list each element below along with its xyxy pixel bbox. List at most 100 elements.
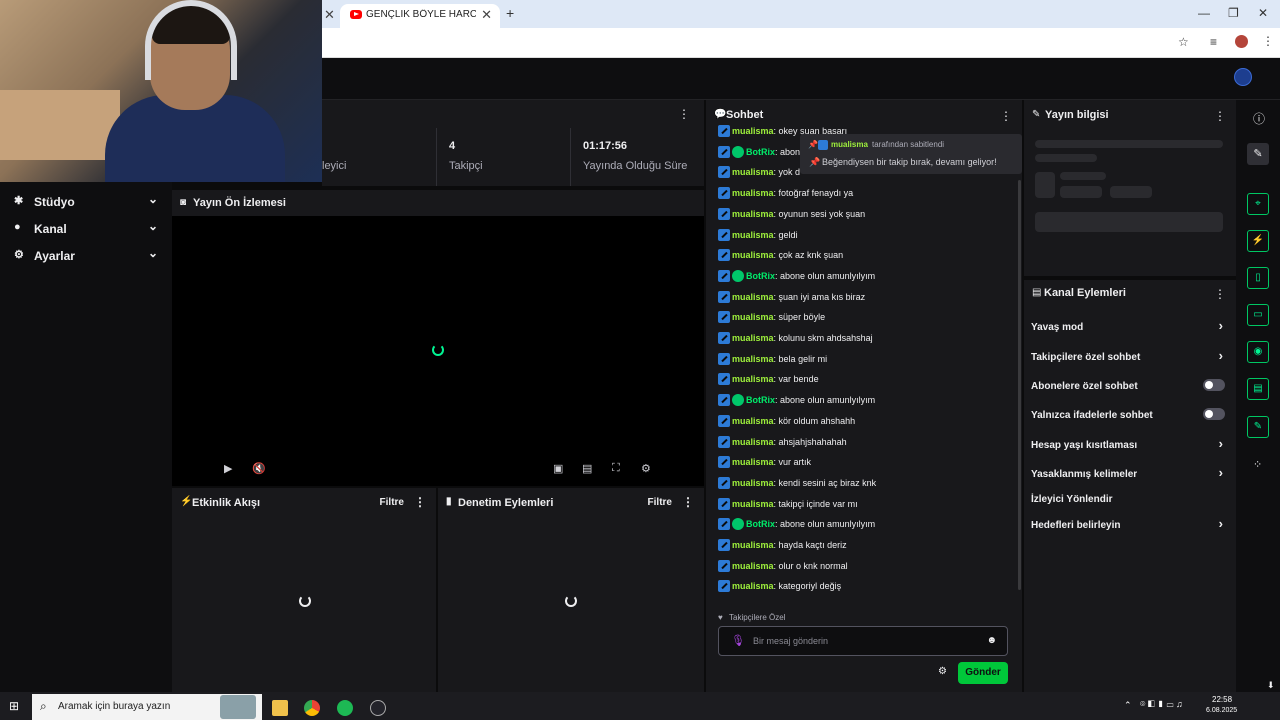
channel-action-item[interactable]: Abonelere özel sohbet: [1031, 377, 1229, 397]
bolt-icon[interactable]: ⚡: [1247, 230, 1269, 252]
kebab-icon[interactable]: ⋮: [1000, 109, 1012, 123]
chat-message[interactable]: mualisma: kolunu skm ahdsahshaj: [718, 332, 873, 350]
chat-username[interactable]: BotRix: [746, 147, 775, 157]
toggle-switch[interactable]: [1203, 379, 1225, 391]
chat-username[interactable]: BotRix: [746, 395, 775, 405]
clip-icon[interactable]: ⌖: [1247, 193, 1269, 215]
filter-button[interactable]: Filtre: [380, 497, 404, 508]
chat-message[interactable]: mualisma: hayda kaçtı deriz: [718, 539, 847, 557]
chat-message[interactable]: mualisma: olur o knk normal: [718, 559, 848, 578]
download-icon[interactable]: ⬇: [1267, 680, 1275, 691]
info-icon[interactable]: ⓘ: [1253, 110, 1265, 127]
channel-action-item[interactable]: Yalnızca ifadelerle sohbet: [1031, 406, 1229, 426]
broadcast-icon[interactable]: ◉: [1247, 341, 1269, 363]
settings-icon[interactable]: ⚙: [641, 462, 651, 475]
browser-tab[interactable]: GENÇLİK BÖYLE HARCANIYOR ✕: [340, 4, 500, 28]
minimize-button[interactable]: —: [1198, 6, 1210, 20]
channel-action-item[interactable]: İzleyici Yönlendir: [1031, 490, 1229, 510]
chat-username[interactable]: mualisma: [732, 312, 774, 322]
menu-icon[interactable]: ⋮: [1262, 34, 1274, 48]
chat-message[interactable]: mualisma: yok d: [718, 166, 800, 184]
chat-message[interactable]: BotRix: abone: [718, 145, 805, 164]
layout-icon[interactable]: ▤: [1247, 378, 1269, 400]
wrench-icon[interactable]: ✎: [1247, 416, 1269, 438]
chat-username[interactable]: mualisma: [732, 333, 774, 343]
chat-message[interactable]: mualisma: vur artık: [718, 456, 811, 474]
chat-message[interactable]: mualisma: kendi sesini aç biraz knk: [718, 476, 876, 495]
tray-icons[interactable]: ⌾ ◧ ▮ ▭ ♫: [1140, 699, 1183, 710]
tray-up-icon[interactable]: ⌃: [1124, 700, 1132, 711]
close-window-button[interactable]: ✕: [1258, 6, 1268, 20]
chat-input[interactable]: 🎙 Bir mesaj gönderin ☻: [718, 626, 1008, 656]
channel-action-item[interactable]: Takipçilere özel sohbet ›: [1031, 348, 1229, 368]
channel-action-item[interactable]: Hesap yaşı kısıtlaması ›: [1031, 436, 1229, 456]
kebab-icon[interactable]: ⋮: [678, 107, 690, 121]
chat-username[interactable]: mualisma: [732, 250, 774, 260]
pip-icon[interactable]: ▣: [553, 462, 563, 475]
chat-message[interactable]: mualisma: ahsjahjshahahah: [718, 435, 847, 454]
stream-preview[interactable]: [172, 190, 704, 486]
chat-username[interactable]: BotRix: [746, 271, 775, 281]
sidebar-item-settings[interactable]: ⚙ Ayarlar ⌄: [14, 246, 164, 266]
microphone-icon[interactable]: 🎙: [731, 634, 745, 647]
chat-message[interactable]: BotRix: abone olun amunlyılyım: [718, 269, 875, 288]
clock-time[interactable]: 22:58: [1212, 695, 1232, 704]
chat-username[interactable]: mualisma: [732, 581, 774, 591]
clock-date[interactable]: 6.08.2025: [1206, 707, 1237, 714]
chat-username[interactable]: mualisma: [732, 188, 774, 198]
chat-username[interactable]: mualisma: [732, 499, 774, 509]
file-explorer-icon[interactable]: [272, 700, 288, 716]
channel-action-item[interactable]: Yasaklanmış kelimeler ›: [1031, 465, 1229, 485]
channel-action-item[interactable]: Yavaş mod ›: [1031, 318, 1229, 338]
chat-message[interactable]: BotRix: abone olun amunlyılyım: [718, 518, 875, 536]
chat-username[interactable]: mualisma: [732, 354, 774, 364]
chat-username[interactable]: mualisma: [732, 230, 774, 240]
obs-icon[interactable]: [370, 700, 386, 716]
star-icon[interactable]: ☆: [1178, 35, 1189, 49]
playlist-icon[interactable]: ≡: [1210, 35, 1217, 49]
chat-username[interactable]: mualisma: [732, 457, 774, 467]
new-tab-button[interactable]: +: [506, 5, 514, 21]
chat-username[interactable]: mualisma: [732, 374, 774, 384]
chat-username[interactable]: mualisma: [732, 416, 774, 426]
chat-message[interactable]: BotRix: abone olun amunlyılyım: [718, 394, 875, 412]
extensions-icon[interactable]: ⁘: [1253, 458, 1262, 471]
chat-message[interactable]: mualisma: geldi: [718, 228, 798, 247]
chat-message[interactable]: mualisma: fotoğraf fenaydı ya: [718, 187, 853, 205]
avatar[interactable]: [1234, 68, 1252, 86]
chat-message[interactable]: mualisma: var bende: [718, 373, 819, 391]
channel-action-item[interactable]: Hedefleri belirleyin ›: [1031, 516, 1229, 536]
windows-start-icon[interactable]: ⊞: [9, 699, 19, 713]
kebab-icon[interactable]: ⋮: [682, 495, 694, 509]
sidebar-item-channel[interactable]: ● Kanal ⌄: [14, 219, 164, 239]
settings-icon[interactable]: ⚙: [938, 666, 947, 677]
chrome-icon[interactable]: [304, 700, 320, 716]
chat-message[interactable]: mualisma: kategoriyl değiş: [718, 580, 841, 598]
taskbar-search[interactable]: ⌕ Aramak için buraya yazın: [32, 694, 262, 720]
chat-username[interactable]: mualisma: [732, 540, 774, 550]
emoji-icon[interactable]: ☻: [986, 635, 997, 646]
kebab-icon[interactable]: ⋮: [1214, 287, 1226, 301]
chat-message[interactable]: mualisma: süper böyle: [718, 311, 825, 329]
sidebar-item-studio[interactable]: ✱ Stüdyo ⌄: [14, 192, 164, 212]
chat-username[interactable]: mualisma: [732, 478, 774, 488]
chat-message[interactable]: mualisma: şuan iyi ama kıs biraz: [718, 290, 865, 309]
kebab-icon[interactable]: ⋮: [414, 495, 426, 509]
fullscreen-icon[interactable]: ⛶: [612, 462, 620, 475]
tab-close-icon[interactable]: ✕: [481, 7, 492, 23]
toggle-switch[interactable]: [1203, 408, 1225, 420]
chat-message[interactable]: mualisma: bela gelir mi: [718, 352, 827, 371]
chat-message[interactable]: mualisma: takipçi içinde var mı: [718, 497, 858, 516]
send-button[interactable]: Gönder: [958, 662, 1008, 684]
kebab-icon[interactable]: ⋮: [1214, 109, 1226, 123]
chat-scrollbar[interactable]: [1018, 180, 1021, 590]
chat-username[interactable]: mualisma: [732, 437, 774, 447]
chat-username[interactable]: mualisma: [732, 167, 774, 177]
chat-username[interactable]: mualisma: [732, 292, 774, 302]
spotify-icon[interactable]: [337, 700, 353, 716]
chat-message[interactable]: mualisma: çok az knk şuan: [718, 249, 843, 267]
chat-bubble-icon[interactable]: ▭: [1247, 304, 1269, 326]
pinned-message[interactable]: 📌 mualisma tarafından sabitlendi 📌 Beğen…: [800, 134, 1022, 174]
mute-icon[interactable]: 🔇: [252, 462, 266, 475]
chat-message[interactable]: mualisma: kör oldum ahshahh: [718, 414, 855, 433]
